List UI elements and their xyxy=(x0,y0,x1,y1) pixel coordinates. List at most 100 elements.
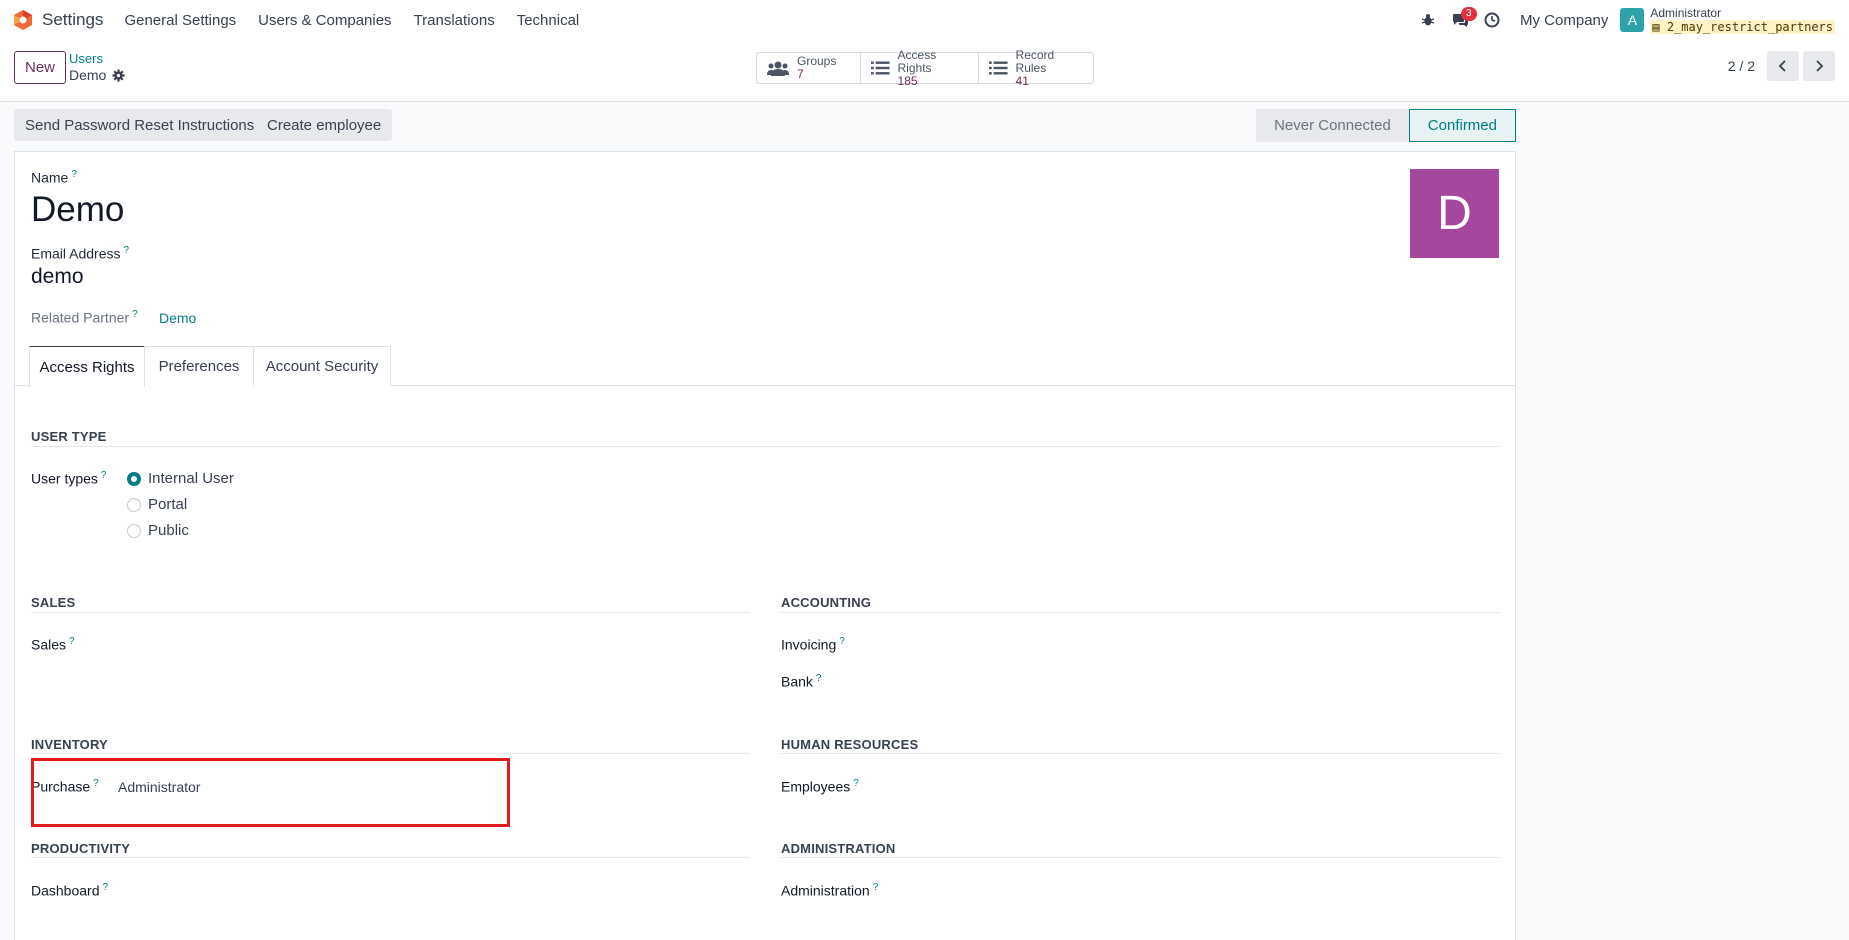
radio-public[interactable]: Public xyxy=(127,522,189,539)
form-statusbar: Send Password Reset Instructions Create … xyxy=(14,109,1516,142)
radio-checked-icon xyxy=(127,471,141,486)
app-logo-icon[interactable] xyxy=(12,9,34,31)
form-tabs: Access Rights Preferences Account Securi… xyxy=(15,346,1515,387)
help-icon[interactable]: ? xyxy=(123,245,129,256)
help-icon[interactable]: ? xyxy=(816,673,822,684)
section-human-resources: HUMAN RESOURCES xyxy=(781,737,919,752)
user-types-label: User types? xyxy=(31,470,106,487)
record-rules-label: Record Rules xyxy=(1015,47,1055,75)
pager: 2 / 2 xyxy=(1728,51,1835,81)
related-partner-label: Related Partner? xyxy=(31,309,138,326)
groups-count: 7 xyxy=(797,67,804,81)
app-name[interactable]: Settings xyxy=(42,10,103,30)
invoicing-label-text: Invoicing xyxy=(781,636,837,653)
breadcrumb-users-link[interactable]: Users xyxy=(69,50,125,67)
section-divider xyxy=(781,753,1500,754)
breadcrumb-current: Demo xyxy=(69,67,125,84)
access-rights-smart-button[interactable]: Access Rights 185 xyxy=(861,48,979,87)
radio-internal-user[interactable]: Internal User xyxy=(127,470,234,487)
menu-general-settings[interactable]: General Settings xyxy=(113,12,247,29)
section-divider xyxy=(31,612,750,613)
pager-next-button[interactable] xyxy=(1803,51,1835,81)
stage-confirmed[interactable]: Confirmed xyxy=(1408,109,1516,142)
help-icon[interactable]: ? xyxy=(839,636,845,647)
radio-unchecked-icon xyxy=(127,497,141,512)
help-icon[interactable]: ? xyxy=(853,778,859,789)
sales-label-text: Sales xyxy=(31,636,67,653)
email-label-text: Email Address xyxy=(31,245,121,262)
section-divider xyxy=(31,857,750,858)
dashboard-label-text: Dashboard xyxy=(31,882,100,899)
radio-portal-label: Portal xyxy=(148,496,188,513)
bank-label-text: Bank xyxy=(781,673,813,690)
user-types-label-text: User types xyxy=(31,470,98,487)
new-button[interactable]: New xyxy=(14,51,67,84)
administration-label: Administration? xyxy=(781,882,878,899)
access-rights-label: Access Rights xyxy=(897,47,937,75)
section-divider xyxy=(31,753,750,754)
debug-icon[interactable] xyxy=(1412,0,1444,40)
pager-previous-button[interactable] xyxy=(1767,51,1799,81)
chevron-right-icon xyxy=(1816,60,1824,72)
gear-icon[interactable] xyxy=(112,69,125,82)
section-divider xyxy=(781,857,1500,858)
email-label: Email Address? xyxy=(31,245,129,262)
user-avatar-image[interactable]: D xyxy=(1410,169,1499,258)
menu-technical[interactable]: Technical xyxy=(506,12,591,29)
activity-clock-icon[interactable] xyxy=(1476,0,1508,40)
employees-label-text: Employees xyxy=(781,778,851,795)
pager-value[interactable]: 2 / 2 xyxy=(1728,58,1755,74)
form-sheet: Name? Demo Email Address? demo Related P… xyxy=(14,151,1516,940)
record-rules-smart-button[interactable]: Record Rules 41 xyxy=(979,48,1093,87)
dashboard-label: Dashboard? xyxy=(31,882,108,899)
tab-access-rights[interactable]: Access Rights xyxy=(29,346,145,387)
employees-label: Employees? xyxy=(781,778,859,795)
administration-label-text: Administration xyxy=(781,882,870,899)
tab-preferences[interactable]: Preferences xyxy=(144,346,254,386)
stage-never-connected[interactable]: Never Connected xyxy=(1256,109,1409,142)
related-partner-label-text: Related Partner xyxy=(31,309,130,326)
database-icon: ▤ xyxy=(1652,20,1667,34)
menu-translations[interactable]: Translations xyxy=(403,12,506,29)
chat-badge: 3 xyxy=(1461,7,1477,21)
related-partner-link[interactable]: Demo xyxy=(159,310,196,326)
chat-icon[interactable]: 3 xyxy=(1444,0,1477,40)
database-name-text: 2_may_restrict_partners xyxy=(1666,20,1833,34)
help-icon[interactable]: ? xyxy=(101,470,107,481)
record-rules-count: 41 xyxy=(1015,73,1029,88)
section-accounting: ACCOUNTING xyxy=(781,595,872,610)
main-menu: General Settings Users & Companies Trans… xyxy=(113,12,590,29)
access-rights-count: 185 xyxy=(897,73,918,88)
list-icon xyxy=(871,61,890,75)
section-divider xyxy=(31,446,1500,447)
name-field[interactable]: Demo xyxy=(31,190,124,230)
invoicing-label: Invoicing? xyxy=(781,636,845,653)
list-icon xyxy=(989,61,1008,75)
help-icon[interactable]: ? xyxy=(103,882,109,893)
menu-users-companies[interactable]: Users & Companies xyxy=(247,12,402,29)
bank-label: Bank? xyxy=(781,673,821,690)
send-password-reset-button[interactable]: Send Password Reset Instructions xyxy=(14,109,266,141)
email-field[interactable]: demo xyxy=(31,265,84,289)
section-productivity: PRODUCTIVITY xyxy=(31,841,131,856)
sales-label: Sales? xyxy=(31,636,75,653)
radio-portal[interactable]: Portal xyxy=(127,496,187,513)
section-sales: SALES xyxy=(31,595,76,610)
control-panel: New Users Demo Groups 7 Access Rights 185 … xyxy=(0,40,1849,102)
help-icon[interactable]: ? xyxy=(873,882,879,893)
user-name: Administrator xyxy=(1650,6,1722,20)
help-icon[interactable]: ? xyxy=(71,169,77,180)
status-stages: Never Connected Confirmed xyxy=(1256,109,1516,142)
section-user-type: USER TYPE xyxy=(31,429,107,444)
create-employee-button[interactable]: Create employee xyxy=(256,109,393,141)
tab-account-security[interactable]: Account Security xyxy=(253,346,391,386)
section-inventory: INVENTORY xyxy=(31,737,108,752)
help-icon[interactable]: ? xyxy=(69,636,75,647)
company-switcher[interactable]: My Company xyxy=(1520,12,1608,29)
user-menu[interactable]: Administrator ▤ 2_may_restrict_partners xyxy=(1650,6,1835,34)
help-icon[interactable]: ? xyxy=(132,309,138,320)
groups-smart-button[interactable]: Groups 7 xyxy=(757,53,861,83)
name-label: Name? xyxy=(31,169,77,186)
breadcrumb: Users Demo xyxy=(69,50,125,84)
user-avatar[interactable]: A xyxy=(1620,8,1645,32)
